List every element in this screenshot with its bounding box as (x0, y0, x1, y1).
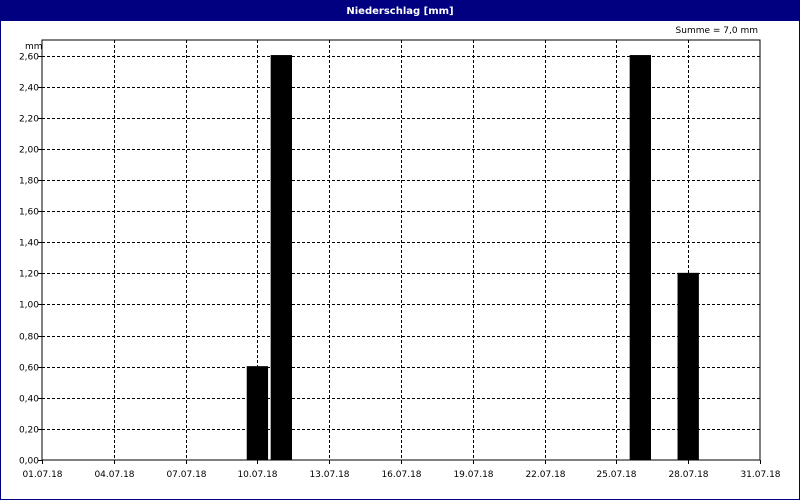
x-tick-label: 25.07.18 (596, 470, 636, 480)
y-tick-label: 1,40 (19, 239, 39, 249)
y-tick-label: 0,40 (19, 395, 39, 405)
bar (677, 272, 699, 461)
x-tick-label: 13.07.18 (309, 470, 349, 480)
bar (270, 55, 293, 461)
x-tick-label: 16.07.18 (381, 470, 421, 480)
y-tick-label: 0,20 (19, 426, 39, 436)
bar (246, 366, 269, 461)
y-tick-label: 2,20 (19, 115, 39, 125)
y-tick-label: 1,00 (19, 301, 39, 311)
x-tick-label: 07.07.18 (166, 470, 206, 480)
y-tick-label: 2,60 (19, 53, 39, 63)
y-tick-label: 0,80 (19, 333, 39, 343)
x-tick-label: 28.07.18 (668, 470, 708, 480)
x-tick-label: 10.07.18 (237, 470, 277, 480)
y-tick-label: 2,00 (19, 146, 39, 156)
chart-window: Niederschlag [mm] Summe = 7,0 mm 0,00 0,2… (0, 0, 800, 500)
y-tick-label: 2,40 (19, 84, 39, 94)
x-tick-label: 31.07.18 (740, 470, 780, 480)
y-axis-label: mm (25, 42, 43, 52)
y-tick-label: 0,60 (19, 364, 39, 374)
x-tick-label: 19.07.18 (453, 470, 493, 480)
bar (629, 55, 652, 461)
y-tick-label: 0,00 (19, 457, 39, 467)
x-tick-label: 22.07.18 (525, 470, 565, 480)
y-tick-label: 1,20 (19, 270, 39, 280)
y-tick-label: 1,80 (19, 177, 39, 187)
y-tick-label: 1,60 (19, 208, 39, 218)
chart-plot: 0,00 0,20 0,40 0,60 0,80 1,00 1,20 1,40 1,60 1,80… (19, 39, 781, 480)
x-tick-label: 04.07.18 (94, 470, 134, 480)
x-tick-label: 01.07.18 (22, 470, 62, 480)
